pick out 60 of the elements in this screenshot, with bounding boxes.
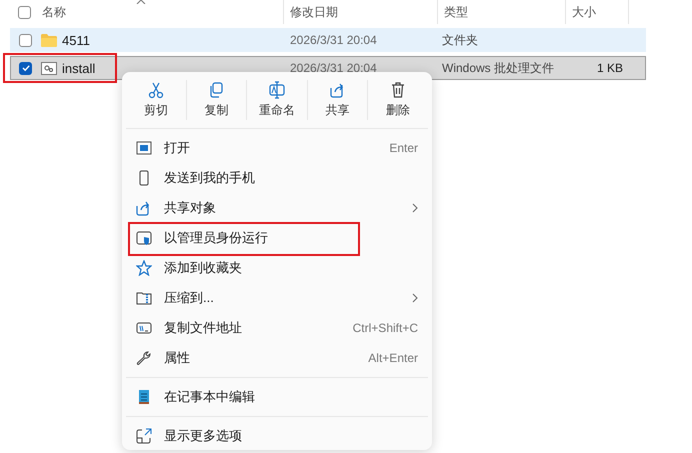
star-icon bbox=[136, 260, 152, 276]
menu-action-button[interactable]: 剪切 bbox=[126, 80, 187, 120]
window-icon bbox=[136, 140, 152, 156]
expand-icon bbox=[136, 428, 152, 444]
file-row[interactable]: 4511 2026/3/31 20:04 文件夹 bbox=[10, 28, 646, 52]
column-header[interactable]: 类型 bbox=[444, 4, 468, 20]
wrench-icon bbox=[136, 350, 152, 366]
notepad-icon bbox=[136, 389, 152, 405]
menu-item-label: 压缩到... bbox=[164, 289, 214, 307]
menu-item[interactable]: 以管理员身份运行 bbox=[126, 223, 428, 253]
rename-icon bbox=[268, 81, 286, 99]
menu-item[interactable]: 压缩到... bbox=[126, 283, 428, 313]
menu-action-button[interactable]: 复制 bbox=[186, 80, 248, 120]
menu-action-button[interactable]: 删除 bbox=[368, 80, 428, 120]
menu-item-label: 复制文件地址 bbox=[164, 319, 242, 337]
menu-item-label: 添加到收藏夹 bbox=[164, 259, 242, 277]
menu-item[interactable]: 在记事本中编辑 bbox=[126, 382, 428, 412]
menu-item-label: 显示更多选项 bbox=[164, 427, 242, 445]
menu-item-label: 在记事本中编辑 bbox=[164, 388, 255, 406]
share-icon bbox=[136, 200, 152, 216]
menu-item-label: 以管理员身份运行 bbox=[164, 229, 268, 247]
file-date: 2026/3/31 20:04 bbox=[290, 61, 377, 75]
column-header[interactable]: 大小 bbox=[572, 4, 596, 20]
menu-item-label: 属性 bbox=[164, 349, 190, 367]
scissors-icon bbox=[146, 81, 165, 99]
select-all-checkbox[interactable] bbox=[18, 6, 31, 18]
menu-action-button[interactable]: 重命名 bbox=[247, 80, 308, 120]
sort-chevron-icon bbox=[136, 0, 146, 4]
menu-item[interactable]: 复制文件地址 Ctrl+Shift+C bbox=[126, 313, 428, 343]
check-icon bbox=[20, 63, 30, 73]
submenu-chevron-icon bbox=[412, 293, 418, 303]
menu-item[interactable]: 共享对象 bbox=[126, 193, 428, 223]
file-date: 2026/3/31 20:04 bbox=[290, 33, 377, 47]
folder-zip-icon bbox=[136, 290, 152, 306]
shortcut-text: Ctrl+Shift+C bbox=[352, 321, 418, 335]
column-header[interactable]: 修改日期 bbox=[290, 4, 338, 20]
checkbox[interactable] bbox=[19, 34, 32, 46]
menu-item[interactable]: 属性 Alt+Enter bbox=[126, 343, 428, 373]
menu-item-label: 发送到我的手机 bbox=[164, 169, 255, 187]
file-type: 文件夹 bbox=[442, 32, 478, 48]
submenu-chevron-icon bbox=[412, 203, 418, 213]
menu-item[interactable]: 打开 Enter bbox=[126, 133, 428, 163]
checkbox[interactable] bbox=[19, 62, 32, 74]
menu-item[interactable]: 显示更多选项 bbox=[126, 421, 428, 451]
menu-item[interactable]: 发送到我的手机 bbox=[126, 163, 428, 193]
column-header[interactable]: 名称 bbox=[42, 4, 66, 20]
folder-icon bbox=[41, 34, 57, 46]
file-name: 4511 bbox=[62, 32, 90, 48]
file-type: Windows 批处理文件 bbox=[442, 60, 554, 76]
menu-item-label: 打开 bbox=[164, 139, 190, 157]
shield-icon bbox=[136, 230, 152, 246]
file-size: 1 KB bbox=[596, 61, 623, 75]
file-name: install bbox=[62, 60, 96, 76]
path-icon bbox=[136, 320, 152, 336]
shortcut-text: Enter bbox=[389, 141, 418, 155]
menu-item[interactable]: 添加到收藏夹 bbox=[126, 253, 428, 283]
menu-action-button[interactable]: 共享 bbox=[308, 80, 368, 120]
menu-item-label: 共享对象 bbox=[164, 199, 216, 217]
shortcut-text: Alt+Enter bbox=[368, 351, 418, 365]
batch-file-icon bbox=[41, 62, 57, 74]
